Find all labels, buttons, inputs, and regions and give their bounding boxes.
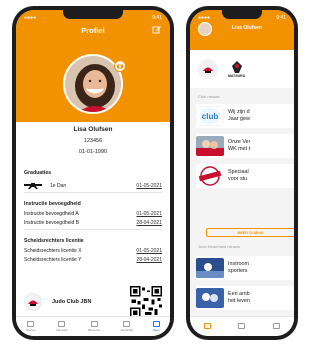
- birthdate: 01-01-1990: [78, 149, 108, 155]
- news-subtitle: WK met t: [228, 146, 251, 152]
- tab-meer[interactable]: Meer: [152, 321, 160, 332]
- graduatie-row: 1e Dan 01-05-2021: [24, 182, 162, 189]
- news-item[interactable]: Speciaal voor stu: [196, 164, 294, 188]
- tab-label: Kalender: [55, 328, 68, 332]
- club-name: Judo Club JBN: [52, 299, 92, 305]
- section-label: Judo Nederland nieuws: [198, 244, 240, 249]
- instructie-label: Instructie bevoegdheid A: [24, 211, 79, 217]
- news-photo: [196, 136, 224, 156]
- phone-news: ●●●● 9:41 Lisa Olufsen MATSURU Club nieu…: [186, 6, 298, 340]
- club-logo: [24, 293, 42, 311]
- page-title: Profiel: [81, 26, 105, 35]
- qr-code-icon: [130, 286, 162, 318]
- signal-icon: ●●●●: [198, 15, 211, 21]
- news-title: Wij zijn d: [228, 109, 250, 115]
- tab-bar: Nieuws Kalender Bijzonder Wedstrijd Meer: [16, 316, 170, 336]
- news-item[interactable]: Onze Ver WK met t: [196, 134, 294, 158]
- matsuru-logo-icon: [231, 61, 242, 73]
- instructie-row: Instructie bevoegdheid B 28-04-2021: [24, 220, 162, 226]
- news-subtitle: Jaar gew: [228, 116, 250, 122]
- status-bar: ●●●● 9:41: [198, 14, 286, 22]
- svg-text:club: club: [202, 112, 219, 121]
- sponsor-matsuru[interactable]: MATSURU: [228, 60, 245, 78]
- instructie-title: Instructie bevoegdheid: [24, 201, 81, 207]
- news-subtitle: sporters: [228, 268, 248, 274]
- grid-icon: [90, 321, 98, 327]
- trophy-icon: [123, 321, 131, 327]
- status-bar: ●●●● 9:41: [24, 14, 162, 22]
- scheidsrechters-section: Scheidsrechters licentie Scheidsrechters…: [24, 238, 162, 263]
- people-icon: [273, 323, 281, 329]
- avatar[interactable]: [198, 22, 212, 36]
- news-photo: [196, 288, 224, 308]
- edit-icon[interactable]: [152, 25, 162, 35]
- news-item[interactable]: club Wij zijn d Jaar gew: [196, 104, 294, 128]
- aanbieding-badge-icon: [196, 166, 224, 186]
- sponsor-label: MATSURU: [228, 74, 246, 78]
- page-title: Lisa Olufsen: [232, 25, 263, 31]
- news-subtitle: voor stu: [228, 176, 248, 182]
- news-item[interactable]: Een amb het leven: [196, 286, 294, 310]
- divider: [24, 192, 162, 193]
- graduatie-label: 1e Dan: [50, 182, 67, 189]
- instructie-row: Instructie bevoegdheid A 01-05-2021: [24, 211, 162, 217]
- tab-groepen[interactable]: [273, 323, 281, 330]
- tab-bijzonder[interactable]: Bijzonder: [87, 321, 101, 332]
- scheidsrechters-title: Scheidsrechters licentie: [24, 238, 84, 244]
- calendar-icon: [58, 321, 66, 327]
- profile-screen: ●●●● 9:41 Profiel Lisa Olufsen 123456 01…: [16, 10, 170, 336]
- graduaties-section: Graduaties 1e Dan 01-05-2021: [24, 170, 162, 196]
- news-screen: ●●●● 9:41 Lisa Olufsen MATSURU Club nieu…: [190, 10, 294, 336]
- instructie-label: Instructie bevoegdheid B: [24, 220, 80, 226]
- graduaties-title: Graduaties: [24, 170, 52, 176]
- tab-home[interactable]: [203, 323, 211, 330]
- instructie-date[interactable]: 01-05-2021: [136, 211, 162, 217]
- status-time: 9:41: [276, 15, 286, 21]
- scheidsrechters-label: Scheidsrechters licentie X: [24, 248, 82, 254]
- status-time: 9:41: [152, 15, 162, 21]
- calendar-icon: [238, 323, 246, 329]
- scheidsrechters-label: Scheidsrechters licentie Y: [24, 257, 82, 263]
- news-item[interactable]: Instroom sporters: [196, 256, 294, 280]
- club-card: Judo Club JBN: [24, 284, 162, 320]
- scheidsrechters-date[interactable]: 01-05-2021: [136, 248, 162, 254]
- graduatie-date[interactable]: 01-05-2021: [136, 183, 162, 189]
- news-icon: [27, 321, 35, 327]
- news-photo: [196, 258, 224, 278]
- club-strip: MATSURU: [190, 50, 294, 88]
- profile-name: Lisa Olufsen: [73, 126, 113, 133]
- tab-label: Wedstrijd: [120, 328, 133, 332]
- tab-kalender[interactable]: Kalender: [56, 321, 68, 332]
- tab-nieuws[interactable]: Nieuws: [26, 321, 36, 332]
- scheidsrechters-row: Scheidsrechters licentie X 01-05-2021: [24, 248, 162, 254]
- home-icon: [203, 323, 211, 329]
- divider: [24, 229, 162, 230]
- club-logo[interactable]: [198, 59, 218, 79]
- news-subtitle: het leven: [228, 298, 250, 304]
- member-number: 123456: [83, 138, 103, 144]
- tab-label: Nieuws: [26, 328, 36, 332]
- instructie-section: Instructie bevoegdheid Instructie bevoeg…: [24, 201, 162, 233]
- camera-icon[interactable]: [114, 60, 126, 72]
- tab-kalender[interactable]: [238, 323, 246, 330]
- tab-label: Bijzonder: [87, 328, 101, 332]
- section-label: Club nieuws: [198, 94, 220, 99]
- more-club-news-button[interactable]: MEER CLUB NI: [206, 228, 294, 237]
- news-title: Een amb: [228, 291, 250, 297]
- more-icon: [152, 321, 160, 327]
- news-title: Instroom: [228, 261, 249, 267]
- tab-bar: [190, 316, 294, 336]
- news-title: Onze Ver: [228, 139, 251, 145]
- news-title: Speciaal: [228, 169, 249, 175]
- scheidsrechters-date[interactable]: 28-04-2021: [136, 257, 162, 263]
- signal-icon: ●●●●: [24, 15, 37, 21]
- black-belt-icon: [24, 183, 42, 189]
- tab-label: Meer: [153, 328, 160, 332]
- phone-profile: ●●●● 9:41 Profiel Lisa Olufsen 123456 01…: [12, 6, 174, 340]
- scheidsrechters-row: Scheidsrechters licentie Y 28-04-2021: [24, 257, 162, 263]
- club-logo-thumb: club: [196, 106, 224, 126]
- tab-wedstrijd[interactable]: Wedstrijd: [120, 321, 133, 332]
- instructie-date[interactable]: 28-04-2021: [136, 220, 162, 226]
